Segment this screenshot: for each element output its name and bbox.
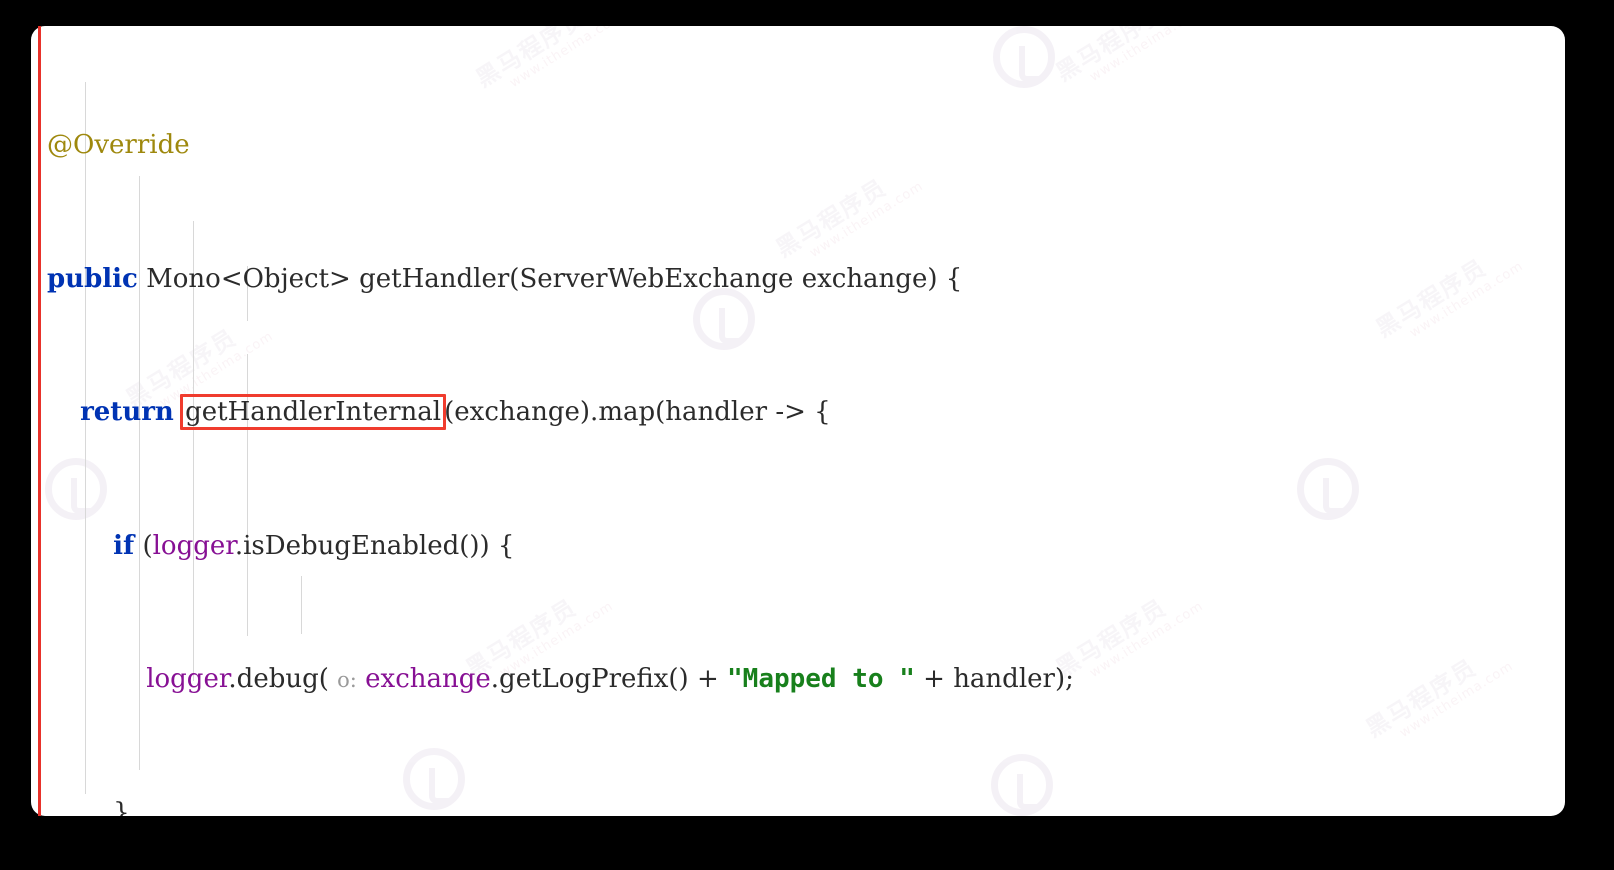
inline-param-hint: o: [337, 668, 357, 692]
token-method-map: map [598, 397, 656, 427]
token-method-getlogprefix: getLogPrefix [499, 664, 669, 694]
token-type-mono: Mono [146, 263, 221, 294]
code-line: } [47, 797, 130, 817]
token-arrow: -> [775, 397, 806, 427]
token-type-object: Object [242, 263, 330, 294]
changed-lines-gutter-marker [38, 26, 41, 816]
token-keyword-if: if [113, 530, 135, 561]
token-method-debug: debug [236, 664, 319, 694]
token-string-mapped-to: "Mapped to " [727, 664, 915, 694]
screenshot-root: 黑马程序员 www.itheima.com 黑马程序员 www.itheima.co… [0, 0, 1614, 870]
token-type-serverwebexchange: ServerWebExchange [519, 263, 794, 294]
token-field-logger: logger [152, 530, 235, 561]
code-content[interactable]: @Override public Mono<Object> getHandler… [31, 26, 1565, 816]
code-line: if (logger.isDebugEnabled()) { [113, 530, 515, 561]
token-arg-exchange: exchange [454, 397, 580, 427]
token-param-exchange: exchange [801, 263, 928, 294]
token-annotation: @Override [47, 130, 190, 160]
token-keyword-return: return [80, 397, 174, 427]
code-line: logger.debug( o: exchange.getLogPrefix()… [146, 664, 1074, 694]
code-editor-pane[interactable]: 黑马程序员 www.itheima.com 黑马程序员 www.itheima.co… [31, 26, 1565, 816]
token-var-handler: handler [665, 397, 768, 427]
token-var-handler: handler [953, 664, 1055, 694]
highlighted-token-gethandlerinternal[interactable]: getHandlerInternal [180, 394, 447, 430]
token-method-isdebugenabled: isDebugEnabled [243, 530, 460, 561]
token-field-logger: logger [146, 664, 229, 694]
code-line: return getHandlerInternal (exchange).map(… [47, 390, 1565, 435]
code-line: public Mono<Object> getHandler(ServerWeb… [47, 263, 963, 294]
token-param-exchange: exchange [365, 664, 491, 694]
token-method-gethandler: getHandler [359, 263, 510, 294]
code-line: @Override [47, 123, 1565, 168]
token-keyword-public: public [47, 263, 138, 294]
